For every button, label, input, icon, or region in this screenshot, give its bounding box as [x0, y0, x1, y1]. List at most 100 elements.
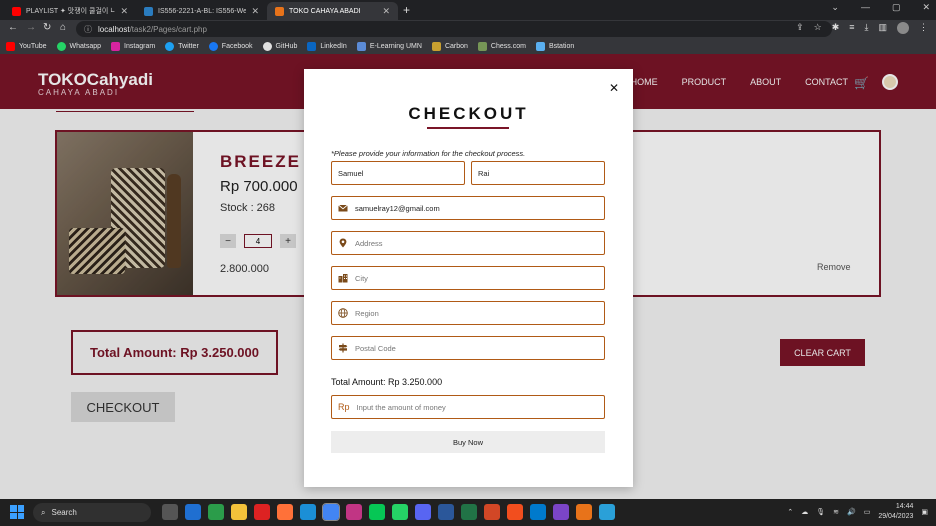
- back-icon[interactable]: ←: [8, 22, 18, 33]
- volume-icon[interactable]: 🔊: [847, 508, 856, 516]
- edge-icon[interactable]: [300, 504, 316, 520]
- bookmark-github[interactable]: GitHub: [262, 41, 297, 51]
- share-icon[interactable]: ⇪: [796, 22, 804, 34]
- envelope-icon: [338, 203, 348, 213]
- city-input[interactable]: [355, 273, 604, 283]
- bookmark-whatsapp[interactable]: Whatsapp: [56, 41, 101, 51]
- sidebar-icon[interactable]: ▥: [878, 22, 887, 34]
- buy-now-button[interactable]: Buy Now: [331, 431, 605, 453]
- site-favicon-icon: [275, 6, 284, 16]
- city-icon: [338, 273, 348, 283]
- discord-icon[interactable]: [415, 504, 431, 520]
- url-host: localhost: [98, 25, 130, 34]
- word-icon[interactable]: [438, 504, 454, 520]
- microphone-icon[interactable]: 🎙: [816, 508, 825, 516]
- payment-amount-field[interactable]: Rp: [331, 395, 605, 419]
- globe-icon: [338, 308, 348, 318]
- visual-studio-icon[interactable]: [553, 504, 569, 520]
- profile-avatar[interactable]: [897, 22, 909, 34]
- whatsapp-icon: [56, 41, 66, 51]
- file-explorer-icon[interactable]: [231, 504, 247, 520]
- last-name-input[interactable]: [478, 168, 604, 178]
- postal-code-field[interactable]: [331, 336, 605, 360]
- bookmark-linkedin[interactable]: LinkedIn: [307, 41, 347, 51]
- minimize-icon[interactable]: —: [861, 2, 870, 13]
- chevron-up-icon[interactable]: ⌃: [787, 508, 793, 516]
- tab-toko[interactable]: TOKO CAHAYA ABADI ✕: [267, 2, 398, 20]
- menu-icon[interactable]: ⋮: [919, 22, 928, 34]
- region-field[interactable]: [331, 301, 605, 325]
- reading-list-icon[interactable]: ≡: [849, 22, 854, 34]
- last-name-field[interactable]: [471, 161, 605, 185]
- date: 29/04/2023: [878, 513, 914, 520]
- tab-playlist[interactable]: PLAYLIST ✦ 맛쟁이 쿨걸이 나오는... ✕: [4, 2, 136, 20]
- bookmark-chess[interactable]: Chess.com: [477, 41, 526, 51]
- maximize-icon[interactable]: ▢: [892, 2, 901, 13]
- elearning-icon: [356, 41, 366, 51]
- bookmark-carbon[interactable]: Carbon: [431, 41, 468, 51]
- system-tray: ⌃ ☁ 🎙 ≋ 🔊 ▭ 14:44 29/04/2023 ▣: [787, 502, 928, 522]
- powerpoint-icon[interactable]: [484, 504, 500, 520]
- payment-amount-input[interactable]: [356, 402, 604, 412]
- email-field[interactable]: [331, 196, 605, 220]
- task-view-icon[interactable]: [162, 504, 178, 520]
- region-input[interactable]: [355, 308, 604, 318]
- opera-icon[interactable]: [254, 504, 270, 520]
- city-field[interactable]: [331, 266, 605, 290]
- bookmark-twitter[interactable]: Twitter: [165, 41, 199, 51]
- bookmark-facebook[interactable]: Facebook: [208, 41, 253, 51]
- bookmark-bstation[interactable]: Bstation: [535, 41, 574, 51]
- window-close-icon[interactable]: ✕: [922, 2, 930, 13]
- chrome-icon[interactable]: [322, 503, 340, 521]
- new-tab-icon[interactable]: +: [403, 3, 410, 17]
- battery-icon[interactable]: ▭: [864, 508, 871, 516]
- line-icon[interactable]: [369, 504, 385, 520]
- tab-search-icon[interactable]: ⌄: [831, 2, 839, 13]
- signpost-icon: [338, 343, 348, 353]
- close-icon[interactable]: ✕: [120, 6, 128, 17]
- time: 14:44: [895, 503, 914, 510]
- address-bar[interactable]: ⓘ localhost/task2/Pages/cart.php: [76, 21, 832, 37]
- notifications-icon[interactable]: ▣: [921, 508, 928, 516]
- excel-icon[interactable]: [461, 504, 477, 520]
- first-name-input[interactable]: [338, 168, 464, 178]
- bstation-icon: [535, 41, 545, 51]
- close-icon[interactable]: ✕: [251, 6, 259, 17]
- tab-course[interactable]: IS556-2221-A-BL: IS556-Web De... ✕: [136, 2, 267, 20]
- instagram-app-icon[interactable]: [346, 504, 362, 520]
- info-icon[interactable]: ⓘ: [84, 24, 92, 35]
- bookmark-youtube[interactable]: YouTube: [6, 41, 47, 51]
- clock[interactable]: 14:44 29/04/2023: [878, 502, 913, 522]
- reload-icon[interactable]: ↻: [43, 22, 51, 33]
- email-input[interactable]: [355, 203, 604, 213]
- taskbar-apps: [162, 503, 615, 521]
- windows-taskbar: ⌕ Search ⌃ ☁ 🎙 ≋ 🔊 ▭ 14:44 29/04/2023 ▣: [0, 499, 936, 526]
- taskbar-search[interactable]: ⌕ Search: [33, 503, 151, 522]
- first-name-field[interactable]: [331, 161, 465, 185]
- close-icon[interactable]: ✕: [382, 6, 390, 17]
- star-icon[interactable]: ☆: [814, 22, 822, 34]
- postal-code-input[interactable]: [355, 343, 604, 353]
- cloud-icon[interactable]: ☁: [801, 508, 808, 516]
- forward-icon[interactable]: →: [26, 22, 36, 33]
- figma-icon[interactable]: [507, 504, 523, 520]
- address-field[interactable]: [331, 231, 605, 255]
- tab-title: PLAYLIST ✦ 맛쟁이 쿨걸이 나오는...: [26, 8, 116, 15]
- firefox-icon[interactable]: [277, 504, 293, 520]
- bookmark-instagram[interactable]: Instagram: [111, 41, 155, 51]
- security-icon[interactable]: [185, 504, 201, 520]
- address-input[interactable]: [355, 238, 604, 248]
- bookmark-elearning[interactable]: E-Learning UMN: [356, 41, 422, 51]
- close-icon[interactable]: ✕: [609, 81, 619, 95]
- whatsapp-app-icon[interactable]: [392, 504, 408, 520]
- photos-icon[interactable]: [599, 504, 615, 520]
- window-controls: ⌄ — ▢ ✕: [831, 2, 930, 13]
- vscode-icon[interactable]: [530, 504, 546, 520]
- wifi-icon[interactable]: ≋: [833, 508, 839, 516]
- home-icon[interactable]: ⌂: [60, 22, 66, 33]
- store-icon[interactable]: [208, 504, 224, 520]
- download-icon[interactable]: ⤓: [865, 22, 869, 34]
- extensions-icon[interactable]: ✱: [832, 22, 840, 34]
- xampp-icon[interactable]: [576, 504, 592, 520]
- windows-start-icon[interactable]: [10, 505, 24, 519]
